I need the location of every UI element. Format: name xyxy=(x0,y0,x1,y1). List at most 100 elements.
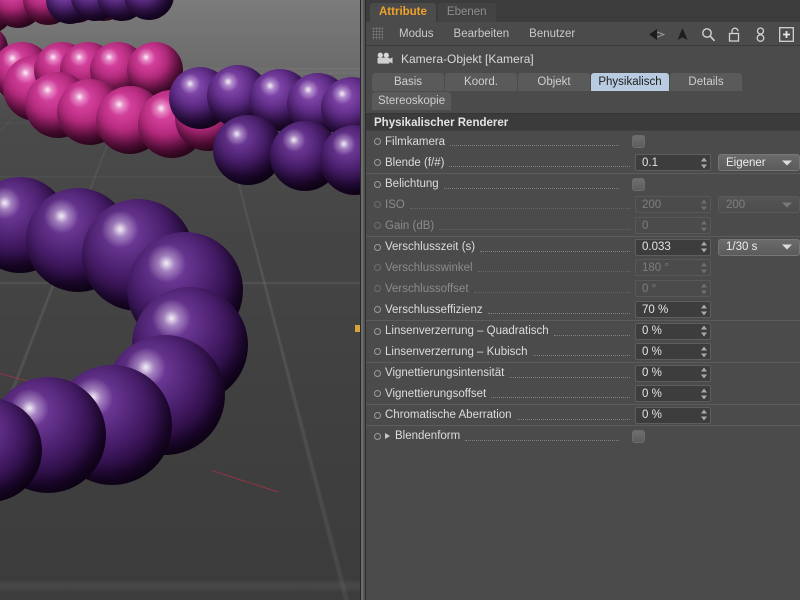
param-label: Linsenverzerrung – Quadratisch xyxy=(385,325,549,337)
3d-viewport[interactable] xyxy=(0,0,360,600)
spinner-stepper[interactable] xyxy=(700,346,707,357)
number-value: 0 ° xyxy=(642,282,657,295)
animation-track-icon[interactable] xyxy=(374,243,381,251)
number-input-linsenverzerrung-kubisch[interactable]: 0 % xyxy=(635,343,711,360)
number-input-linsenverzerrung-quadratisch[interactable]: 0 % xyxy=(635,322,711,340)
param-row-vignettierungsintensitaet: Vignettierungsintensität 0 % xyxy=(366,362,800,383)
tab-stereoskopie[interactable]: Stereoskopie xyxy=(372,92,452,110)
menu-bearbeiten[interactable]: Bearbeiten xyxy=(444,28,520,40)
chevron-down-icon xyxy=(782,202,792,207)
number-input-vignettierungsintensitaet[interactable]: 0 % xyxy=(635,364,711,382)
number-value: 70 % xyxy=(642,303,669,316)
animation-track-icon[interactable] xyxy=(374,369,381,377)
chevron-down-icon xyxy=(782,160,792,165)
tab-basis[interactable]: Basis xyxy=(372,73,444,91)
animation-track-icon[interactable] xyxy=(374,432,381,440)
param-row-linsenverzerrung-quadratisch: Linsenverzerrung – Quadratisch 0 % xyxy=(366,320,800,341)
number-input-verschlussoffset[interactable]: 0 ° xyxy=(635,280,711,297)
param-control-area xyxy=(624,177,800,191)
menu-benutzer[interactable]: Benutzer xyxy=(519,28,585,40)
group-title-physikalischer-renderer: Physikalischer Renderer xyxy=(366,113,800,131)
param-label: Linsenverzerrung – Kubisch xyxy=(385,345,528,358)
param-row-linsenverzerrung-kubisch: Linsenverzerrung – Kubisch 0 % xyxy=(366,341,800,362)
spinner-stepper[interactable] xyxy=(700,367,707,379)
dropdown-verschlusszeit[interactable]: 1/30 s xyxy=(718,238,800,256)
param-row-blendenform: Blendenform xyxy=(366,425,800,446)
animation-track-icon[interactable] xyxy=(374,201,381,208)
number-input-verschlusswinkel[interactable]: 180 ° xyxy=(635,259,711,276)
animation-track-icon[interactable] xyxy=(374,159,381,166)
label-leader-dots xyxy=(532,347,630,356)
label-leader-dots xyxy=(516,411,630,420)
animation-track-icon[interactable] xyxy=(374,411,381,419)
link-icon[interactable] xyxy=(752,26,769,43)
animation-track-icon[interactable] xyxy=(374,138,381,145)
number-input-chromatische-aberration[interactable]: 0 % xyxy=(635,406,711,424)
new-window-icon[interactable] xyxy=(778,26,795,43)
number-input-verschlusseffizienz[interactable]: 70 % xyxy=(635,301,711,318)
chevron-right-icon[interactable] xyxy=(385,433,390,439)
tab-objekt[interactable]: Objekt xyxy=(518,73,590,91)
attribute-tab-bar: Basis Koord. Objekt Physikalisch Details… xyxy=(366,72,800,110)
number-input-blende[interactable]: 0.1 xyxy=(635,154,711,171)
dropdown-blende[interactable]: Eigener xyxy=(718,154,800,171)
number-input-iso[interactable]: 200 xyxy=(635,196,711,213)
number-input-vignettierungsoffset[interactable]: 0 % xyxy=(635,385,711,402)
animation-track-icon[interactable] xyxy=(374,327,381,335)
number-input-gain-db[interactable]: 0 xyxy=(635,217,711,234)
param-row-verschlusseffizienz: Verschlusseffizienz 70 % xyxy=(366,299,800,320)
spinner-stepper[interactable] xyxy=(700,262,707,273)
param-control-area: 0.033 1/30 s xyxy=(635,238,800,256)
checkbox-blendenform[interactable] xyxy=(632,429,645,443)
label-leader-dots xyxy=(473,284,630,293)
label-leader-dots xyxy=(449,158,630,167)
param-row-verschlusszeit: Verschlusszeit (s) 0.033 1/30 s xyxy=(366,236,800,257)
param-control-area: 0 % xyxy=(635,322,800,340)
label-leader-dots xyxy=(409,200,630,209)
animation-track-icon[interactable] xyxy=(374,348,381,355)
number-value: 0 % xyxy=(642,367,662,379)
window-tab-ebenen[interactable]: Ebenen xyxy=(437,3,496,22)
tab-physikalisch[interactable]: Physikalisch xyxy=(591,73,669,91)
panel-grip-icon[interactable] xyxy=(372,27,383,40)
param-control-area: 70 % xyxy=(635,301,800,318)
dropdown-iso[interactable]: 200 xyxy=(718,196,800,213)
animation-track-icon[interactable] xyxy=(374,285,381,292)
label-leader-dots xyxy=(465,432,619,441)
checkbox-filmkamera[interactable] xyxy=(632,135,645,148)
spinner-stepper[interactable] xyxy=(700,241,707,253)
back-arrow-icon[interactable] xyxy=(648,26,665,43)
up-arrow-icon[interactable] xyxy=(674,26,691,43)
param-label: Belichtung xyxy=(385,178,439,190)
spinner-stepper[interactable] xyxy=(700,325,707,337)
number-input-verschlusszeit[interactable]: 0.033 xyxy=(635,238,711,256)
spinner-stepper[interactable] xyxy=(700,388,707,399)
animation-track-icon[interactable] xyxy=(374,222,381,229)
param-control-area: 0 xyxy=(635,217,800,234)
window-tab-attribute[interactable]: Attribute xyxy=(370,3,436,22)
attribute-tab-row-2: Stereoskopie xyxy=(372,92,794,110)
lock-open-icon[interactable] xyxy=(726,26,743,43)
animation-track-icon[interactable] xyxy=(374,390,381,397)
spinner-stepper[interactable] xyxy=(700,157,707,168)
tab-details[interactable]: Details xyxy=(670,73,742,91)
object-title: Kamera-Objekt [Kamera] xyxy=(401,52,534,66)
param-row-blende: Blende (f/#) 0.1 Eigener xyxy=(366,152,800,173)
spinner-stepper[interactable] xyxy=(700,283,707,294)
spinner-stepper[interactable] xyxy=(700,220,707,231)
animation-track-icon[interactable] xyxy=(374,306,381,313)
window-tab-bar: Attribute Ebenen xyxy=(366,0,800,22)
animation-track-icon[interactable] xyxy=(374,180,381,188)
tab-koord[interactable]: Koord. xyxy=(445,73,517,91)
param-label: Verschlusswinkel xyxy=(385,261,473,274)
spinner-stepper[interactable] xyxy=(700,304,707,315)
param-label: Gain (dB) xyxy=(385,219,435,232)
spinner-stepper[interactable] xyxy=(700,199,707,210)
spinner-stepper[interactable] xyxy=(700,409,707,421)
checkbox-belichtung[interactable] xyxy=(632,177,645,191)
label-leader-dots xyxy=(480,243,630,252)
param-row-chromatische-aberration: Chromatische Aberration 0 % xyxy=(366,404,800,425)
search-icon[interactable] xyxy=(700,26,717,43)
animation-track-icon[interactable] xyxy=(374,264,381,271)
menu-modus[interactable]: Modus xyxy=(389,28,444,40)
